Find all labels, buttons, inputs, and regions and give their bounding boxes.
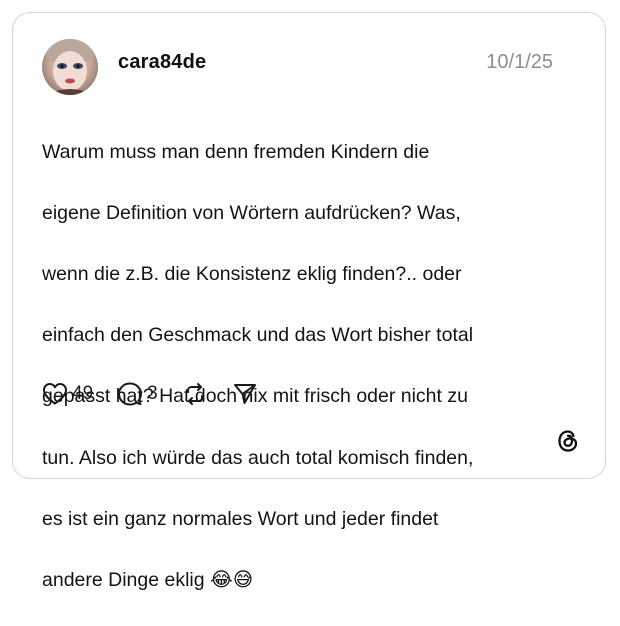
post-text-last: andere Dinge eklig	[42, 568, 211, 591]
emoji-laugh-sweat: 😂😅	[210, 567, 254, 591]
post-text-line-last: andere Dinge eklig 😂😅	[42, 565, 562, 596]
share-button[interactable]	[232, 381, 258, 407]
action-bar: 49 3	[42, 379, 282, 409]
post-text-line: einfach den Geschmack und das Wort bishe…	[42, 324, 474, 347]
send-icon	[232, 381, 258, 407]
like-count: 49	[72, 383, 94, 404]
post-text-line: Warum muss man denn fremden Kindern die	[42, 140, 430, 163]
avatar[interactable]	[42, 39, 98, 95]
post-date[interactable]: 10/1/25	[486, 51, 553, 74]
post-text-line: wenn die z.B. die Konsistenz eklig finde…	[42, 262, 462, 285]
post-text-line: tun. Also ich würde das auch total komis…	[42, 446, 474, 469]
comment-bubble-icon	[117, 381, 143, 407]
like-button[interactable]: 49	[42, 382, 93, 406]
reply-button[interactable]: 3	[117, 381, 158, 407]
post-card: cara84de 10/1/25 Warum muss man denn fre…	[12, 12, 606, 591]
post-text-line: eigene Definition von Wörtern aufdrücken…	[42, 201, 461, 224]
post-text-line: es ist ein ganz normales Wort und jeder …	[42, 507, 439, 530]
repost-icon	[182, 381, 208, 407]
reply-count: 3	[147, 383, 158, 404]
repost-button[interactable]	[182, 381, 208, 407]
username[interactable]: cara84de	[118, 51, 206, 74]
heart-icon	[42, 382, 68, 406]
post-text: Warum muss man denn fremden Kindern die …	[42, 106, 562, 626]
threads-logo-icon[interactable]	[555, 428, 581, 454]
